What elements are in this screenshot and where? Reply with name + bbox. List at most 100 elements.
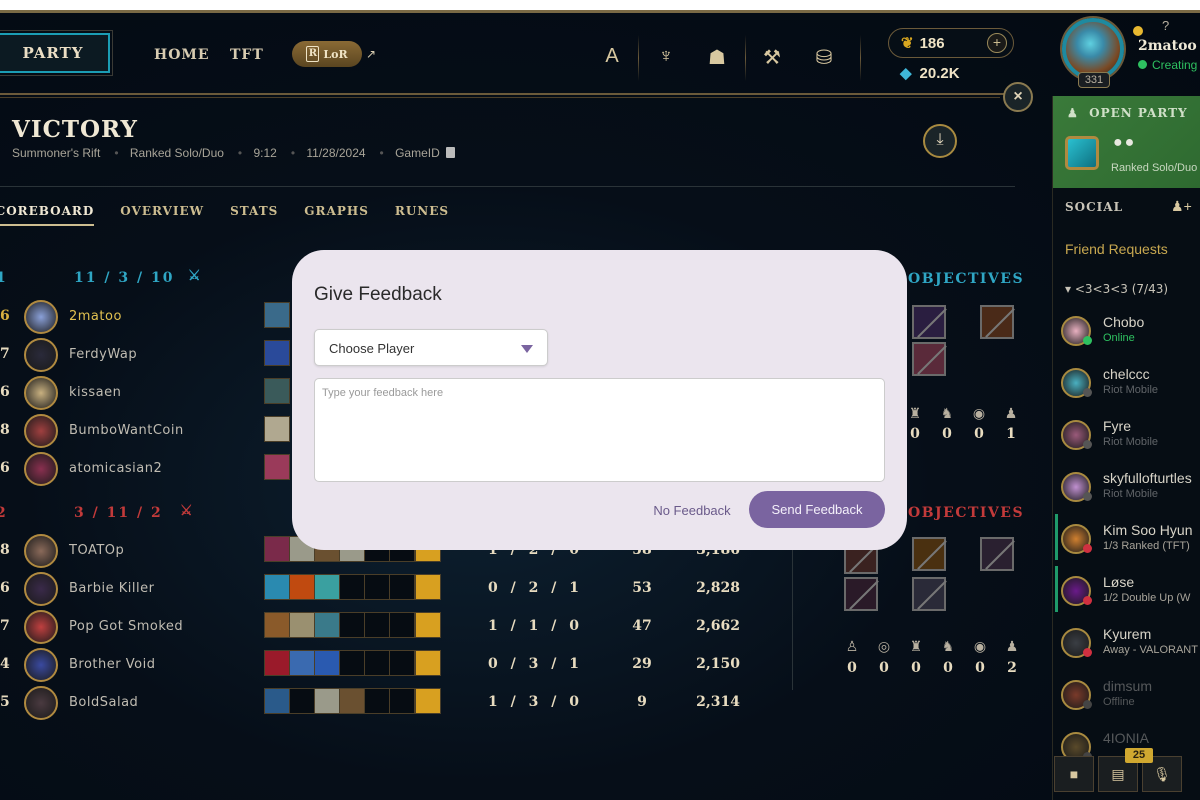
champion-icon[interactable]: [24, 338, 58, 372]
send-feedback-button[interactable]: Send Feedback: [749, 491, 885, 528]
tab-stats[interactable]: STATS: [230, 204, 278, 226]
item-slot[interactable]: [389, 688, 415, 714]
download-icon[interactable]: ⤓: [923, 124, 957, 158]
friend-item[interactable]: Kyurem Away - VALORANT: [1053, 624, 1200, 670]
player-name[interactable]: BumboWantCoin: [69, 423, 184, 438]
champion-icon[interactable]: [24, 414, 58, 448]
friend-item[interactable]: skyfullofturtles Riot Mobile: [1053, 468, 1200, 514]
friend-requests-link[interactable]: Friend Requests: [1065, 241, 1168, 257]
help-icon[interactable]: ?: [1162, 18, 1169, 33]
champion-icon[interactable]: [24, 534, 58, 568]
item-slot[interactable]: [264, 378, 290, 404]
item-slot[interactable]: [264, 688, 290, 714]
buy-rp-button[interactable]: +: [987, 33, 1007, 53]
friend-item[interactable]: Chobo Online: [1053, 312, 1200, 358]
friend-item[interactable]: chelccc Riot Mobile: [1053, 364, 1200, 410]
player-name[interactable]: FerdyWap: [69, 347, 137, 362]
item-slot[interactable]: [264, 416, 290, 442]
tab-graphs[interactable]: GRAPHS: [304, 204, 369, 226]
item-slot[interactable]: [314, 688, 340, 714]
player-name[interactable]: Pop Got Smoked: [69, 619, 183, 634]
choose-player-select[interactable]: Choose Player: [314, 329, 548, 366]
nav-lor-button[interactable]: R LoR: [292, 41, 362, 67]
player-name[interactable]: kissaen: [69, 385, 121, 400]
trophy-icon[interactable]: ♆: [652, 45, 680, 68]
item-slot[interactable]: [364, 650, 390, 676]
player-row[interactable]: 5 BoldSalad 1 / 3 / 0 9 2,314: [0, 686, 800, 722]
open-party-card[interactable]: ♟ OPEN PARTY ●● Ranked Solo/Duo: [1053, 96, 1200, 188]
player-name[interactable]: TOATOp: [69, 543, 124, 558]
party-button[interactable]: PARTY: [0, 30, 113, 76]
item-slot[interactable]: [389, 612, 415, 638]
tab-overview[interactable]: OVERVIEW: [120, 204, 204, 226]
player-row[interactable]: 6 Barbie Killer 0 / 2 / 1 53 2,828: [0, 572, 800, 608]
champion-icon[interactable]: [24, 648, 58, 682]
profile-username[interactable]: 2matoo: [1138, 38, 1197, 54]
item-slot[interactable]: [264, 574, 290, 600]
item-slot[interactable]: [264, 302, 290, 328]
player-row[interactable]: 7 Pop Got Smoked 1 / 1 / 0 47 2,662: [0, 610, 800, 646]
item-slot[interactable]: [364, 574, 390, 600]
ranked-icon[interactable]: A: [598, 45, 626, 68]
player-name[interactable]: atomicasian2: [69, 461, 162, 476]
crafting-icon[interactable]: ⚒: [758, 45, 786, 70]
item-slot[interactable]: [364, 688, 390, 714]
item-slot[interactable]: [289, 612, 315, 638]
champion-icon[interactable]: [24, 572, 58, 606]
item-slot[interactable]: [264, 650, 290, 676]
friend-group-header[interactable]: ▾ <3<3<3 (7/43): [1065, 282, 1168, 296]
add-friend-icon[interactable]: ♟+: [1171, 198, 1192, 215]
item-slot[interactable]: [289, 650, 315, 676]
nav-tft[interactable]: TFT: [230, 47, 264, 63]
nav-home[interactable]: HOME: [154, 47, 210, 63]
item-slot[interactable]: [364, 612, 390, 638]
item-slot[interactable]: [264, 340, 290, 366]
trinket-slot[interactable]: [415, 650, 441, 676]
player-row[interactable]: 4 Brother Void 0 / 3 / 1 29 2,150: [0, 648, 800, 684]
item-slot[interactable]: [289, 574, 315, 600]
friend-item[interactable]: Fyre Riot Mobile: [1053, 416, 1200, 462]
player-name[interactable]: 2matoo: [69, 309, 122, 324]
item-slot[interactable]: [314, 574, 340, 600]
profile-avatar[interactable]: [1062, 18, 1124, 80]
trinket-slot[interactable]: [415, 612, 441, 638]
friend-item[interactable]: Løse 1/2 Double Up (W: [1053, 566, 1200, 618]
trinket-slot[interactable]: [415, 574, 441, 600]
champion-icon[interactable]: [24, 300, 58, 334]
tab-scoreboard[interactable]: SCOREBOARD: [0, 204, 95, 226]
item-slot[interactable]: [389, 574, 415, 600]
player-name[interactable]: Brother Void: [69, 657, 155, 672]
collection-bag-icon[interactable]: ☗: [703, 45, 731, 70]
item-slot[interactable]: [339, 574, 365, 600]
item-slot[interactable]: [264, 454, 290, 480]
feedback-textarea[interactable]: [314, 378, 885, 482]
player-name[interactable]: BoldSalad: [69, 695, 138, 710]
champion-icon[interactable]: [24, 452, 58, 486]
tab-runes[interactable]: RUNES: [395, 204, 449, 226]
item-slot[interactable]: [264, 612, 290, 638]
item-slot[interactable]: [339, 688, 365, 714]
player-name[interactable]: Barbie Killer: [69, 581, 154, 596]
item-slot[interactable]: [389, 650, 415, 676]
champion-icon[interactable]: [24, 376, 58, 410]
chat-icon[interactable]: ■: [1054, 756, 1094, 792]
rp-wallet[interactable]: ❦ 186 +: [888, 28, 1014, 58]
item-build: [264, 302, 290, 328]
champion-icon[interactable]: [24, 610, 58, 644]
item-slot[interactable]: [289, 688, 315, 714]
friend-item[interactable]: dimsum Offline: [1053, 676, 1200, 722]
item-slot[interactable]: [339, 612, 365, 638]
item-slot[interactable]: [339, 650, 365, 676]
item-slot[interactable]: [314, 650, 340, 676]
item-slot[interactable]: [314, 612, 340, 638]
champion-icon[interactable]: [24, 686, 58, 720]
no-feedback-button[interactable]: No Feedback: [642, 492, 742, 528]
copy-icon[interactable]: [445, 147, 455, 158]
friend-item[interactable]: Kim Soo Hyun 1/3 Ranked (TFT): [1053, 514, 1200, 566]
close-icon[interactable]: ×: [1003, 82, 1033, 112]
store-coins-icon[interactable]: ⛁: [810, 45, 838, 70]
tower-icon: ♟: [1004, 405, 1018, 421]
trinket-slot[interactable]: [415, 688, 441, 714]
profile-status[interactable]: Creating: [1138, 58, 1197, 72]
item-slot[interactable]: [264, 536, 290, 562]
